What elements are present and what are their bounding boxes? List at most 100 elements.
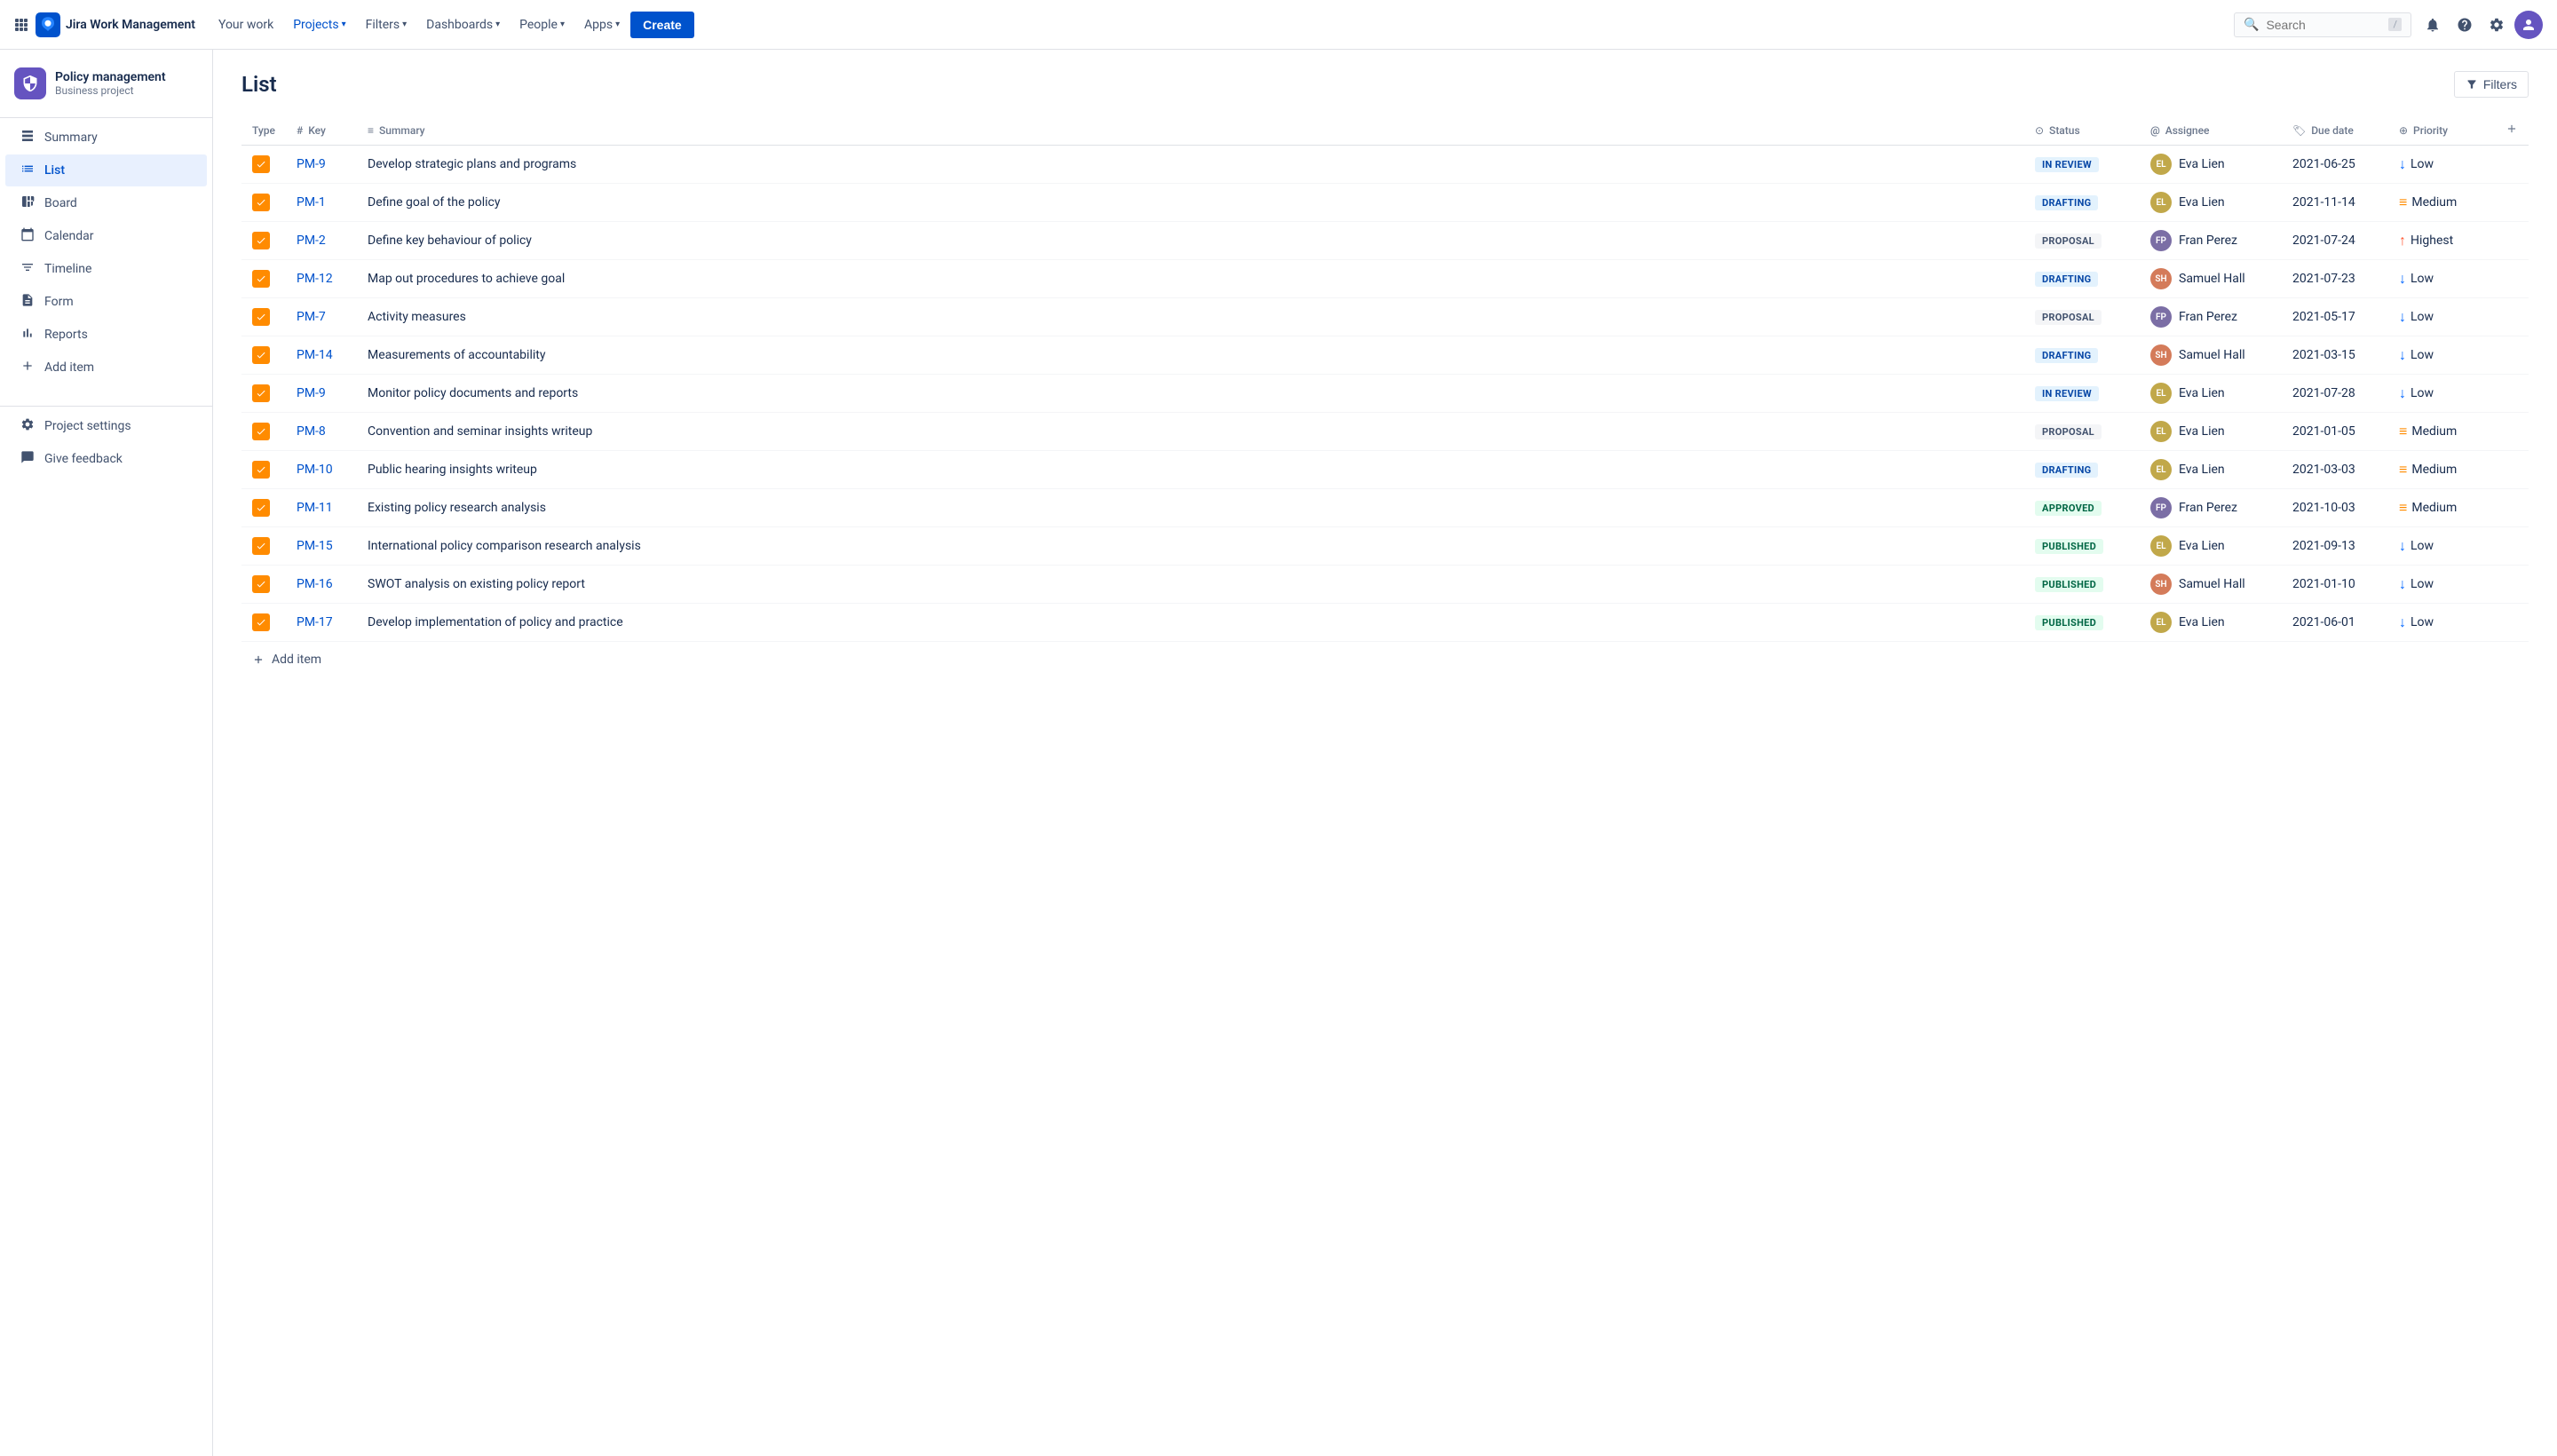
- sidebar: Policy management Business project Summa…: [0, 50, 213, 1456]
- table-row[interactable]: PM-9 Monitor policy documents and report…: [241, 375, 2529, 413]
- main-content: List Filters Type # Key: [213, 50, 2557, 1456]
- sidebar-item-board[interactable]: Board: [5, 187, 207, 219]
- priority-label: Low: [2411, 157, 2434, 171]
- table-row[interactable]: PM-16 SWOT analysis on existing policy r…: [241, 566, 2529, 604]
- task-type-icon: [252, 423, 270, 440]
- table-row[interactable]: PM-7 Activity measures PROPOSAL FP Fran …: [241, 298, 2529, 336]
- col-header-duedate: 🏷 Due date: [2282, 115, 2388, 146]
- task-key-link[interactable]: PM-16: [297, 577, 333, 591]
- cell-status: IN REVIEW: [2024, 146, 2140, 184]
- sidebar-item-timeline[interactable]: Timeline: [5, 253, 207, 285]
- user-avatar[interactable]: [2514, 11, 2543, 39]
- dashboards-nav[interactable]: Dashboards ▾: [417, 12, 509, 37]
- sidebar-label-project-settings: Project settings: [44, 419, 131, 433]
- cell-key: PM-2: [286, 222, 357, 260]
- sidebar-item-summary[interactable]: Summary: [5, 122, 207, 154]
- table-row[interactable]: PM-12 Map out procedures to achieve goal…: [241, 260, 2529, 298]
- apps-chevron: ▾: [615, 20, 620, 29]
- table-row[interactable]: PM-14 Measurements of accountability DRA…: [241, 336, 2529, 375]
- notifications-button[interactable]: [2418, 11, 2447, 39]
- filters-label: Filters: [2483, 77, 2517, 91]
- task-key-link[interactable]: PM-11: [297, 501, 333, 515]
- task-key-link[interactable]: PM-9: [297, 157, 326, 171]
- status-badge: IN REVIEW: [2035, 386, 2099, 401]
- cell-summary: Activity measures: [357, 298, 2024, 336]
- create-button[interactable]: Create: [630, 12, 694, 38]
- task-key-link[interactable]: PM-9: [297, 386, 326, 400]
- your-work-nav[interactable]: Your work: [210, 12, 282, 37]
- task-type-icon: [252, 308, 270, 326]
- priority-icon: ≡: [2399, 499, 2407, 517]
- sidebar-item-add-item[interactable]: Add item: [5, 352, 207, 384]
- assignee-avatar: EL: [2150, 383, 2172, 404]
- cell-assignee: SH Samuel Hall: [2140, 336, 2282, 375]
- sidebar-item-list[interactable]: List: [5, 154, 207, 186]
- cell-status: IN REVIEW: [2024, 375, 2140, 413]
- cell-type: [241, 260, 286, 298]
- table-row[interactable]: PM-17 Develop implementation of policy a…: [241, 604, 2529, 642]
- task-key-link[interactable]: PM-17: [297, 615, 333, 629]
- task-key-link[interactable]: PM-1: [297, 195, 326, 210]
- task-key-link[interactable]: PM-12: [297, 272, 333, 286]
- priority-icon: ↑: [2399, 232, 2406, 249]
- table-body: PM-9 Develop strategic plans and program…: [241, 146, 2529, 642]
- sidebar-item-give-feedback[interactable]: Give feedback: [5, 443, 207, 475]
- table-row[interactable]: PM-9 Develop strategic plans and program…: [241, 146, 2529, 184]
- assignee-avatar: FP: [2150, 230, 2172, 251]
- table-row[interactable]: PM-1 Define goal of the policy DRAFTING …: [241, 184, 2529, 222]
- settings-button[interactable]: [2482, 11, 2511, 39]
- projects-nav[interactable]: Projects ▾: [284, 12, 354, 37]
- cell-key: PM-1: [286, 184, 357, 222]
- task-key-link[interactable]: PM-10: [297, 463, 333, 477]
- cell-assignee: SH Samuel Hall: [2140, 260, 2282, 298]
- project-name: Policy management: [55, 70, 166, 84]
- add-item-row[interactable]: Add item: [241, 642, 2529, 677]
- search-bar[interactable]: 🔍 /: [2234, 12, 2411, 37]
- grid-menu-icon[interactable]: [14, 18, 28, 32]
- priority-label: Low: [2411, 310, 2434, 324]
- task-key-link[interactable]: PM-15: [297, 539, 333, 553]
- task-key-link[interactable]: PM-14: [297, 348, 333, 362]
- table-row[interactable]: PM-2 Define key behaviour of policy PROP…: [241, 222, 2529, 260]
- search-icon: 🔍: [2244, 18, 2259, 32]
- add-item-icon: [20, 359, 36, 376]
- apps-nav[interactable]: Apps ▾: [575, 12, 629, 37]
- assignee-avatar: EL: [2150, 154, 2172, 175]
- table-row[interactable]: PM-15 International policy comparison re…: [241, 527, 2529, 566]
- priority-cell: ↓ Low: [2399, 346, 2484, 364]
- assignee-avatar: SH: [2150, 268, 2172, 289]
- task-key-link[interactable]: PM-7: [297, 310, 326, 324]
- sidebar-item-reports[interactable]: Reports: [5, 319, 207, 351]
- table-row[interactable]: PM-8 Convention and seminar insights wri…: [241, 413, 2529, 451]
- cell-assignee: EL Eva Lien: [2140, 413, 2282, 451]
- cell-key: PM-8: [286, 413, 357, 451]
- filters-button[interactable]: Filters: [2454, 71, 2529, 98]
- sidebar-item-form[interactable]: Form: [5, 286, 207, 318]
- cell-status: PROPOSAL: [2024, 222, 2140, 260]
- cell-key: PM-10: [286, 451, 357, 489]
- task-key-link[interactable]: PM-2: [297, 233, 326, 248]
- sidebar-project-header[interactable]: Policy management Business project: [0, 60, 212, 114]
- sidebar-item-calendar[interactable]: Calendar: [5, 220, 207, 252]
- help-button[interactable]: [2450, 11, 2479, 39]
- app-logo[interactable]: Jira Work Management: [36, 12, 195, 37]
- cell-key: PM-17: [286, 604, 357, 642]
- status-badge: PUBLISHED: [2035, 539, 2103, 554]
- assignee-name: Eva Lien: [2179, 157, 2225, 171]
- sidebar-item-project-settings[interactable]: Project settings: [5, 410, 207, 442]
- priority-icon: ≡: [2399, 194, 2407, 211]
- task-key-link[interactable]: PM-8: [297, 424, 326, 439]
- search-input[interactable]: [2266, 18, 2381, 32]
- table-row[interactable]: PM-10 Public hearing insights writeup DR…: [241, 451, 2529, 489]
- cell-status: DRAFTING: [2024, 451, 2140, 489]
- filters-nav[interactable]: Filters ▾: [357, 12, 416, 37]
- people-nav[interactable]: People ▾: [511, 12, 574, 37]
- board-icon: [20, 194, 36, 212]
- page-title: List: [241, 72, 277, 97]
- status-badge: PROPOSAL: [2035, 310, 2102, 325]
- table-row[interactable]: PM-11 Existing policy research analysis …: [241, 489, 2529, 527]
- col-header-add[interactable]: [2495, 115, 2529, 146]
- task-type-icon: [252, 461, 270, 479]
- cell-priority: ↓ Low: [2388, 298, 2495, 336]
- cell-assignee: EL Eva Lien: [2140, 184, 2282, 222]
